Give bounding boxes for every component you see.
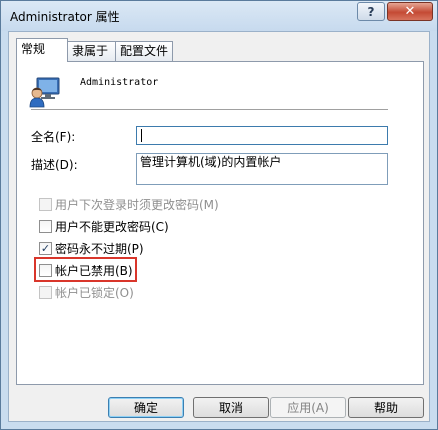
checkbox-password-never-expires[interactable]: ✓ 密码永不过期(P)	[39, 240, 144, 256]
checkmark-icon: ✓	[40, 241, 51, 255]
tab-general[interactable]: 常规	[16, 38, 68, 62]
checkbox-box[interactable]	[39, 219, 52, 233]
full-name-label: 全名(F):	[31, 130, 76, 144]
help-button[interactable]: 帮助	[348, 397, 424, 418]
question-mark-icon: ?	[367, 4, 375, 19]
checkbox-box[interactable]	[39, 197, 52, 211]
close-button[interactable]: ✕	[387, 2, 433, 21]
close-icon: ✕	[404, 4, 416, 19]
help-caption-button[interactable]: ?	[357, 2, 385, 21]
apply-button[interactable]: 应用(A)	[270, 397, 346, 418]
properties-dialog: Administrator 属性 ? ✕ 常规 隶属于 配置文件 Adminis…	[0, 0, 438, 430]
cancel-button[interactable]: 取消	[193, 397, 269, 418]
user-account-icon	[29, 77, 60, 108]
ok-button[interactable]: 确定	[108, 397, 184, 418]
tab-member-of[interactable]: 隶属于	[67, 41, 116, 62]
checkbox-label: 帐户已禁用(B)	[55, 263, 133, 278]
checkbox-label: 用户不能更改密码(C)	[55, 219, 169, 234]
general-tab-panel: Administrator 全名(F): 描述(D): 管理计算机(域)的内置帐…	[16, 61, 424, 385]
checkbox-account-disabled[interactable]: 帐户已禁用(B)	[39, 262, 133, 278]
text-caret	[141, 129, 142, 142]
user-name-label: Administrator	[80, 77, 159, 88]
checkbox-box[interactable]: ✓	[39, 241, 52, 255]
full-name-input[interactable]	[136, 126, 388, 145]
checkbox-account-locked[interactable]: 帐户已锁定(O)	[39, 284, 134, 300]
checkbox-must-change-password[interactable]: 用户下次登录时须更改密码(M)	[39, 196, 219, 212]
window-title: Administrator 属性	[10, 10, 120, 24]
checkbox-label: 帐户已锁定(O)	[55, 285, 134, 300]
dialog-client-area: 常规 隶属于 配置文件 Administrator 全名(F): 描述(D): …	[8, 31, 430, 422]
description-input[interactable]: 管理计算机(域)的内置帐户	[136, 153, 388, 185]
tab-profile[interactable]: 配置文件	[115, 41, 173, 62]
checkbox-label: 密码永不过期(P)	[55, 241, 144, 256]
checkbox-label: 用户下次登录时须更改密码(M)	[55, 197, 219, 212]
checkbox-box[interactable]	[39, 263, 52, 277]
title-bar[interactable]: Administrator 属性 ? ✕	[1, 1, 437, 31]
checkbox-cannot-change-password[interactable]: 用户不能更改密码(C)	[39, 218, 169, 234]
description-label: 描述(D):	[31, 158, 78, 172]
checkbox-box[interactable]	[39, 285, 52, 299]
separator-line	[31, 109, 388, 111]
